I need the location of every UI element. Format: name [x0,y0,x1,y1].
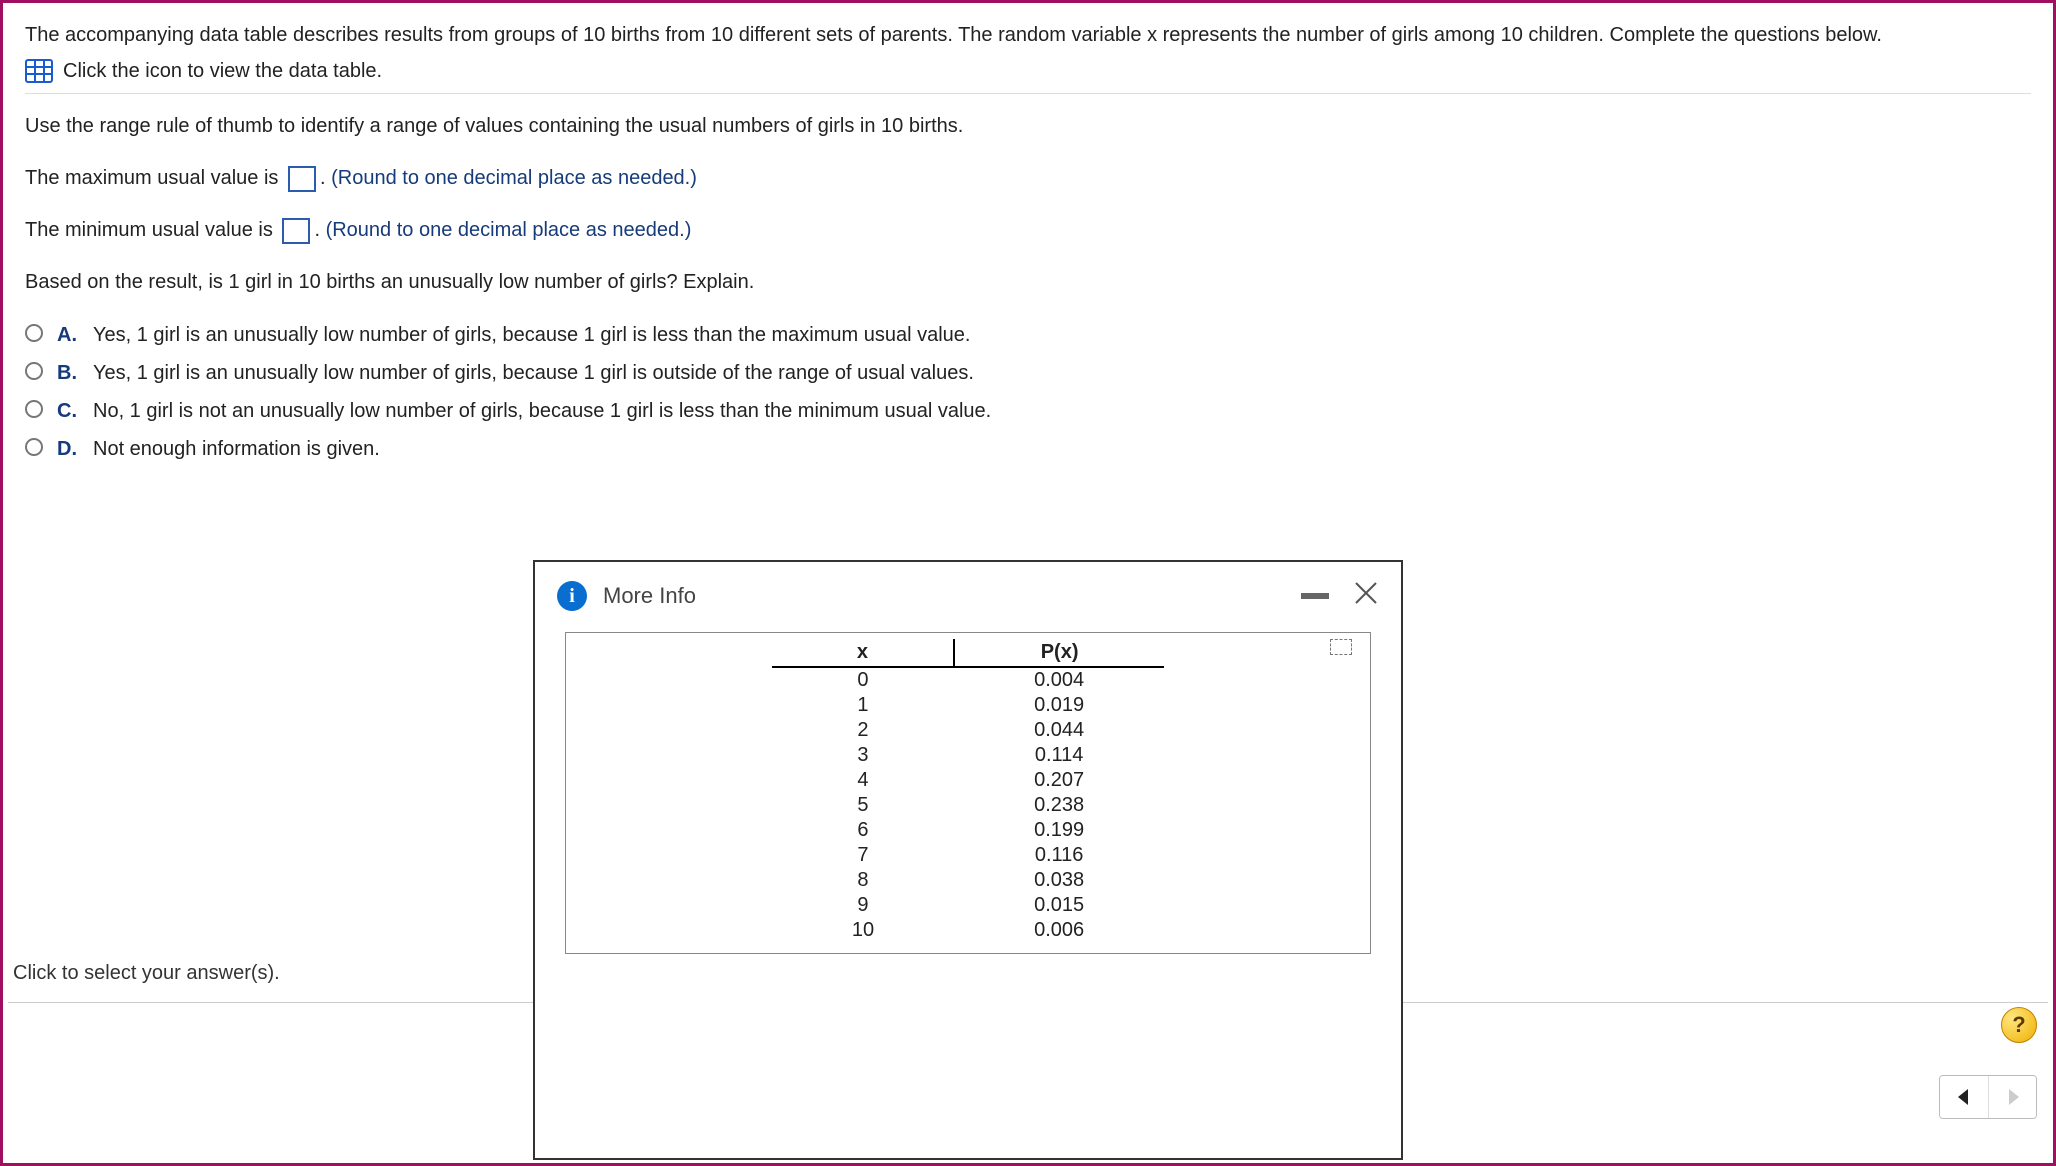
col-header-x: x [772,639,954,667]
choice-label: B. [57,358,79,388]
cell-x: 0 [772,667,954,693]
choice-label: D. [57,434,79,464]
choice-b[interactable]: B. Yes, 1 girl is an unusually low numbe… [25,358,2031,388]
cell-px: 0.038 [954,868,1164,893]
info-icon: i [557,581,587,611]
cell-px: 0.015 [954,893,1164,918]
cell-x: 2 [772,718,954,743]
data-table-container: x P(x) 00.00410.01920.04430.11440.20750.… [565,632,1371,954]
cell-px: 0.019 [954,693,1164,718]
next-question-button[interactable] [1988,1076,2036,1118]
radio-d[interactable] [25,438,43,456]
choice-label: A. [57,320,79,350]
choice-c[interactable]: C. No, 1 girl is not an unusually low nu… [25,396,2031,426]
cell-x: 6 [772,818,954,843]
choice-text: Yes, 1 girl is an unusually low number o… [93,358,974,388]
table-row: 60.199 [772,818,1164,843]
radio-b[interactable] [25,362,43,380]
question-block: Use the range rule of thumb to identify … [25,112,2031,464]
more-info-dialog: i More Info x P(x) 00 [533,560,1403,1160]
choice-text: No, 1 girl is not an unusually low numbe… [93,396,991,426]
table-row: 00.004 [772,667,1164,693]
data-table-hint: Click the icon to view the data table. [63,60,382,83]
multiple-choice: A. Yes, 1 girl is an unusually low numbe… [25,320,2031,464]
max-prefix: The maximum usual value is [25,167,284,189]
question-nav [1939,1075,2037,1119]
footer-hint: Click to select your answer(s). [13,962,280,985]
dialog-header: i More Info [535,562,1401,622]
radio-a[interactable] [25,324,43,342]
cell-x: 1 [772,693,954,718]
cell-px: 0.238 [954,793,1164,818]
divider [25,93,2031,94]
cell-x: 10 [772,918,954,943]
cell-px: 0.116 [954,843,1164,868]
max-usual-input[interactable] [288,166,316,192]
choice-text: Not enough information is given. [93,434,380,464]
cell-x: 5 [772,793,954,818]
cell-x: 8 [772,868,954,893]
choice-d[interactable]: D. Not enough information is given. [25,434,2031,464]
close-button[interactable] [1353,580,1379,612]
minimize-button[interactable] [1301,593,1329,599]
min-usual-input[interactable] [282,218,310,244]
intro-text: The accompanying data table describes re… [25,21,2031,49]
table-select-handle[interactable] [1330,639,1352,655]
radio-c[interactable] [25,400,43,418]
table-row: 90.015 [772,893,1164,918]
intro-block: The accompanying data table describes re… [25,21,2031,83]
prev-question-button[interactable] [1940,1076,1988,1118]
dialog-title: More Info [603,583,696,609]
question-area: The accompanying data table describes re… [3,3,2053,464]
cell-px: 0.199 [954,818,1164,843]
table-row: 30.114 [772,743,1164,768]
cell-x: 9 [772,893,954,918]
table-row: 70.116 [772,843,1164,868]
min-usual-line: The minimum usual value is . (Round to o… [25,216,2031,244]
help-label: ? [2012,1012,2025,1038]
table-row: 80.038 [772,868,1164,893]
help-button[interactable]: ? [2001,1007,2037,1043]
table-row: 20.044 [772,718,1164,743]
round-hint-min: (Round to one decimal place as needed.) [326,219,692,241]
probability-table: x P(x) 00.00410.01920.04430.11440.20750.… [772,639,1164,943]
cell-x: 4 [772,768,954,793]
choice-label: C. [57,396,79,426]
cell-px: 0.044 [954,718,1164,743]
table-row: 50.238 [772,793,1164,818]
min-prefix: The minimum usual value is [25,219,278,241]
table-row: 40.207 [772,768,1164,793]
col-header-px: P(x) [954,639,1164,667]
cell-x: 3 [772,743,954,768]
choice-a[interactable]: A. Yes, 1 girl is an unusually low numbe… [25,320,2031,350]
data-table-icon[interactable] [25,59,53,83]
choice-text: Yes, 1 girl is an unusually low number o… [93,320,970,350]
cell-x: 7 [772,843,954,868]
table-row: 10.019 [772,693,1164,718]
table-body: 00.00410.01920.04430.11440.20750.23860.1… [772,667,1164,943]
cell-px: 0.207 [954,768,1164,793]
cell-px: 0.114 [954,743,1164,768]
max-usual-line: The maximum usual value is . (Round to o… [25,164,2031,192]
followup-prompt: Based on the result, is 1 girl in 10 bir… [25,268,2031,296]
cell-px: 0.004 [954,667,1164,693]
round-hint-max: (Round to one decimal place as needed.) [331,167,697,189]
dialog-body: x P(x) 00.00410.01920.04430.11440.20750.… [535,622,1401,964]
range-prompt: Use the range rule of thumb to identify … [25,112,2031,140]
table-row: 100.006 [772,918,1164,943]
cell-px: 0.006 [954,918,1164,943]
